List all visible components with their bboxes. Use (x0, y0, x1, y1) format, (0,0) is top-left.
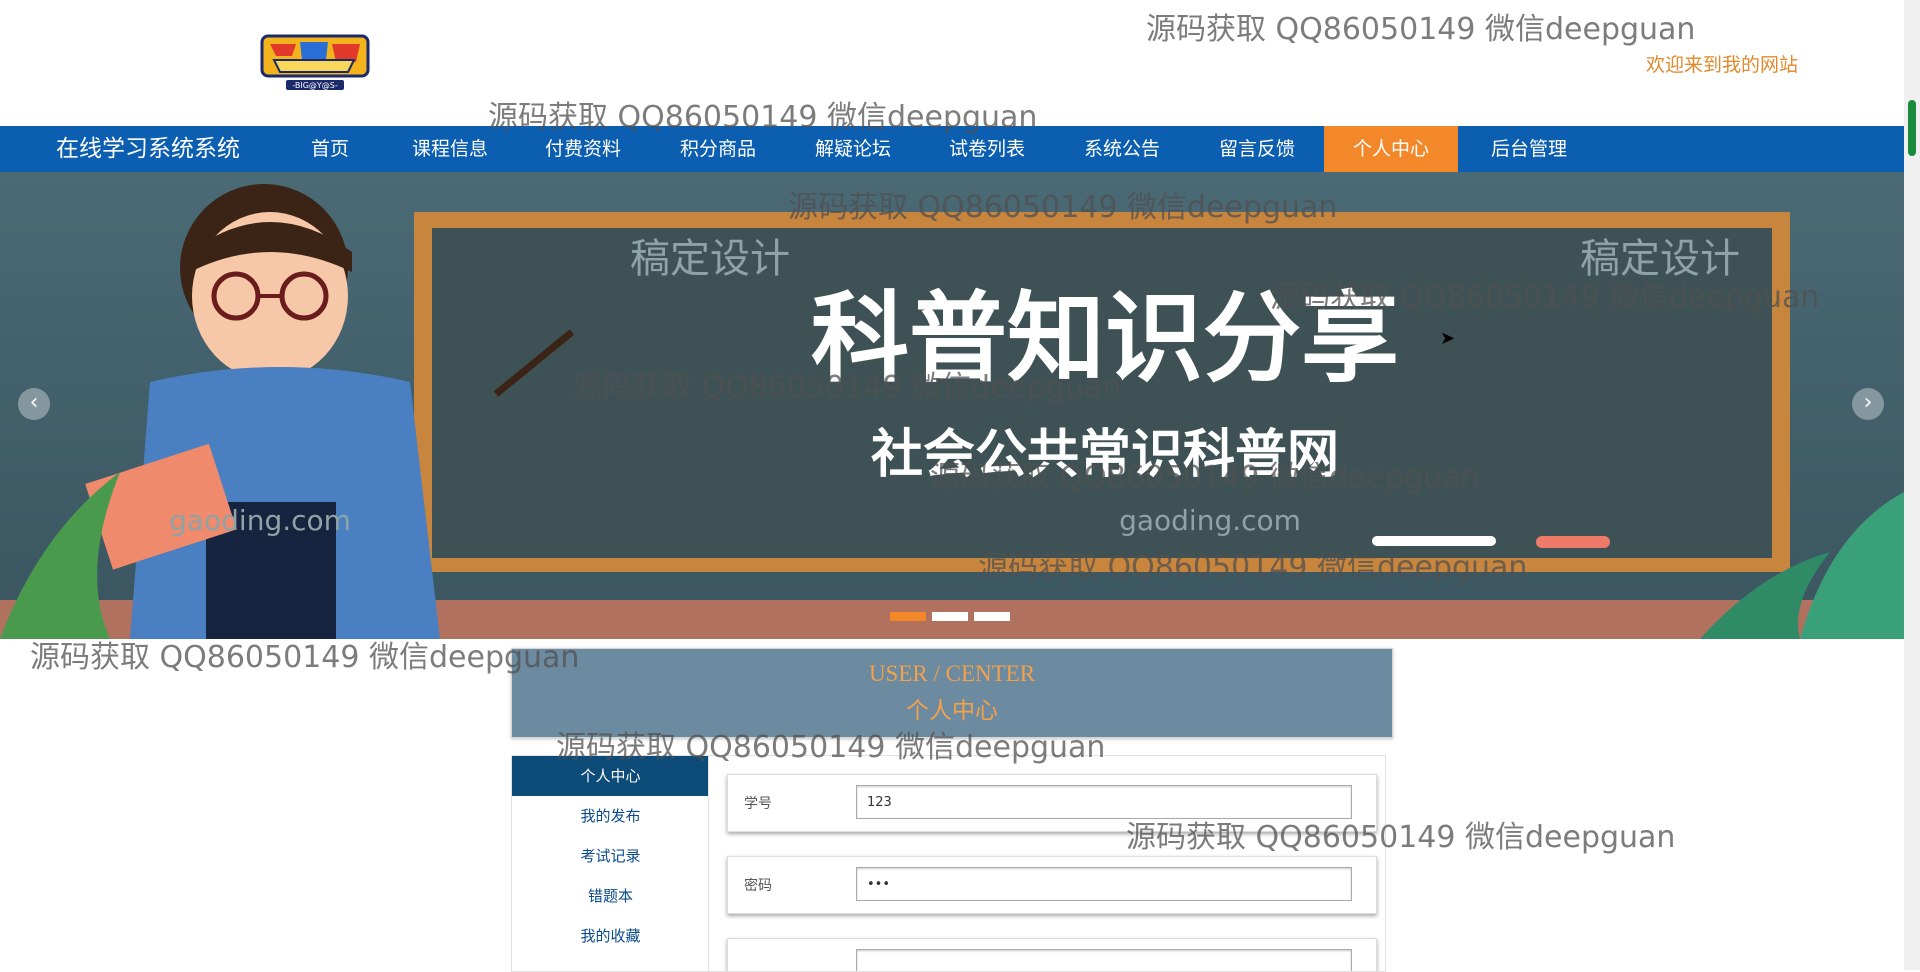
password-input[interactable]: ••• (856, 867, 1352, 901)
banner-headline: 科普知识分享 (811, 282, 1399, 396)
mouse-cursor-icon: ➤ (1440, 328, 1456, 349)
user-center-header: USER / CENTER 个人中心 (511, 648, 1393, 738)
banner-tagline-right: 稿定设计 (1580, 236, 1740, 282)
site-brand[interactable]: 在线学习系统系统 (56, 126, 240, 172)
chevron-right-icon: › (1863, 390, 1873, 415)
banner-tagline-left: 稿定设计 (630, 236, 790, 282)
student-id-input[interactable]: 123 (856, 785, 1352, 819)
nav-item-announcements[interactable]: 系统公告 (1054, 126, 1190, 172)
chevron-left-icon: ‹ (29, 390, 39, 415)
next-field-input[interactable] (856, 949, 1352, 971)
site-header: -BIG@Y@S- 欢迎来到我的网站 (0, 0, 1904, 126)
form-row-next (727, 938, 1377, 971)
nav-item-exam-list[interactable]: 试卷列表 (920, 126, 1054, 172)
banner-image: 稿定设计 稿定设计 科普知识分享 社会公共常识科普网 gaoding.com g… (0, 172, 1904, 639)
nav-item-home[interactable]: 首页 (276, 126, 384, 172)
page-scrollbar[interactable] (1904, 0, 1920, 970)
nav-item-feedback[interactable]: 留言反馈 (1190, 126, 1324, 172)
nav-item-user-center[interactable]: 个人中心 (1324, 126, 1458, 172)
welcome-text: 欢迎来到我的网站 (1646, 54, 1799, 76)
carousel-indicators (890, 612, 1010, 621)
nav-menu: 首页 课程信息 付费资料 积分商品 解疑论坛 试卷列表 系统公告 留言反馈 个人… (276, 126, 1600, 172)
banner-domain-right: gaoding.com (1119, 504, 1301, 537)
carousel-dot-2[interactable] (932, 612, 968, 621)
site-logo[interactable]: -BIG@Y@S- (256, 32, 374, 94)
nav-item-admin[interactable]: 后台管理 (1458, 126, 1600, 172)
student-id-label: 学号 (744, 796, 772, 812)
nav-item-forum[interactable]: 解疑论坛 (786, 126, 920, 172)
form-row-password: 密码 ••• (727, 856, 1377, 914)
nav-item-paid-materials[interactable]: 付费资料 (516, 126, 650, 172)
banner-domain-left: gaoding.com (169, 504, 351, 537)
password-label: 密码 (744, 878, 772, 894)
banner-carousel[interactable]: 稿定设计 稿定设计 科普知识分享 社会公共常识科普网 gaoding.com g… (0, 172, 1904, 639)
sidebar-item-favorites[interactable]: 我的收藏 (512, 916, 709, 956)
banner-subline: 社会公共常识科普网 (871, 425, 1339, 485)
sidebar-item-my-posts[interactable]: 我的发布 (512, 796, 709, 836)
user-center-title-en: USER / CENTER (868, 661, 1036, 686)
user-sidebar: 个人中心 我的发布 考试记录 错题本 我的收藏 (511, 755, 710, 972)
sidebar-item-wrong-questions[interactable]: 错题本 (512, 876, 709, 916)
carousel-next-button[interactable]: › (1852, 388, 1884, 420)
main-navbar: 在线学习系统系统 首页 课程信息 付费资料 积分商品 解疑论坛 试卷列表 系统公… (0, 126, 1904, 172)
carousel-prev-button[interactable]: ‹ (18, 388, 50, 420)
scrollbar-thumb[interactable] (1908, 100, 1916, 156)
sidebar-item-exam-records[interactable]: 考试记录 (512, 836, 709, 876)
profile-form: 学号 123 密码 ••• (708, 755, 1386, 972)
user-center-title-cn: 个人中心 (906, 698, 998, 723)
sidebar-item-profile[interactable]: 个人中心 (512, 756, 709, 796)
carousel-dot-1[interactable] (890, 612, 926, 621)
carousel-dot-3[interactable] (974, 612, 1010, 621)
form-row-student-id: 学号 123 (727, 774, 1377, 832)
nav-item-points-shop[interactable]: 积分商品 (650, 126, 786, 172)
nav-item-courses[interactable]: 课程信息 (384, 126, 516, 172)
svg-text:-BIG@Y@S-: -BIG@Y@S- (292, 81, 338, 90)
